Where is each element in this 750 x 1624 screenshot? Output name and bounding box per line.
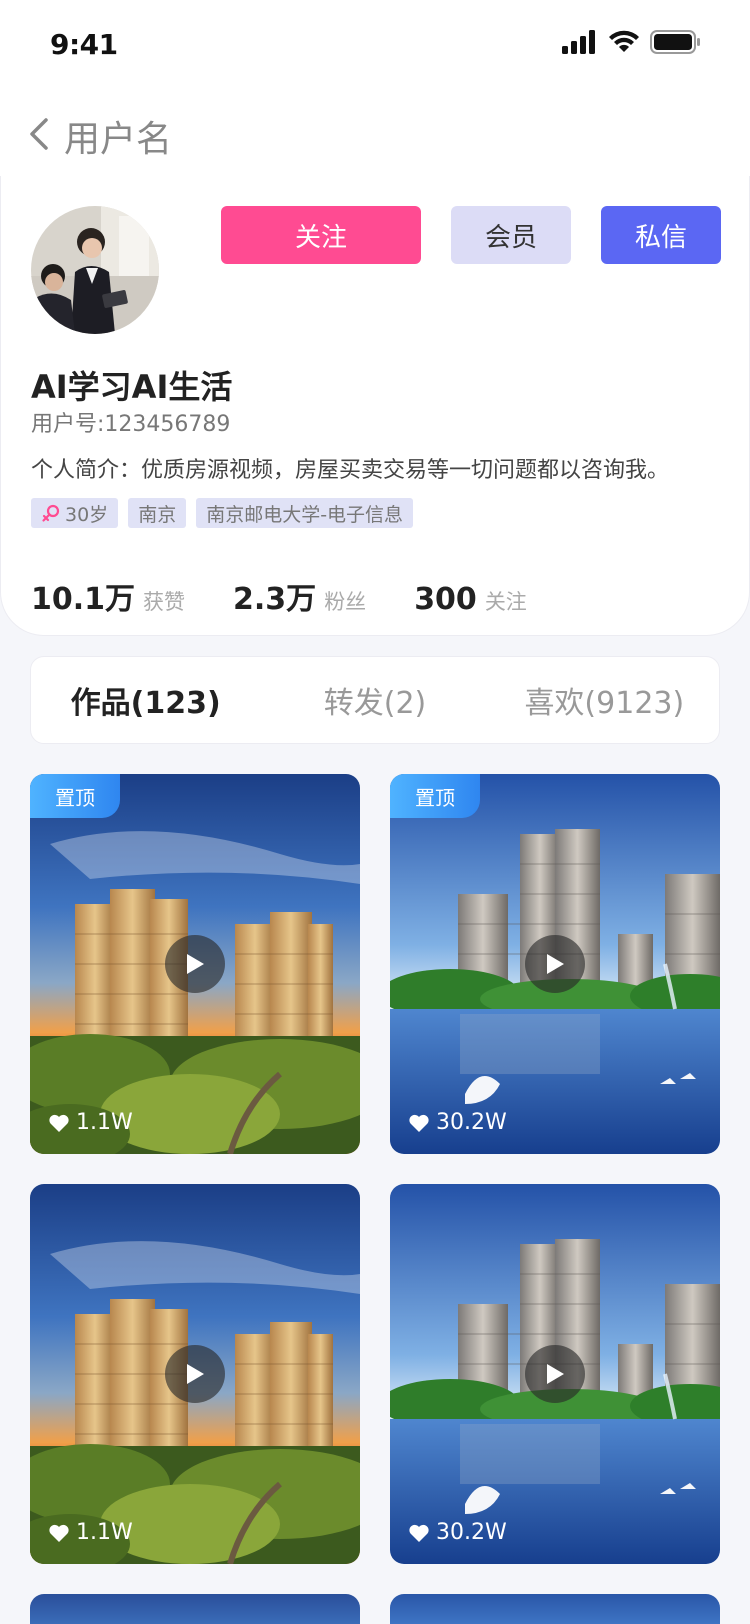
video-card[interactable]: 置顶 30.2W — [390, 774, 720, 1154]
tag-age: 30岁 — [31, 498, 119, 528]
status-icons — [562, 30, 702, 54]
user-id: 用户号:123456789 — [31, 412, 231, 437]
video-card[interactable]: 30.2W — [390, 1184, 720, 1564]
video-card[interactable]: 1.1W — [30, 1184, 360, 1564]
avatar[interactable] — [31, 206, 159, 334]
video-likes-count: 1.1W — [76, 1520, 133, 1545]
play-icon[interactable] — [525, 1345, 585, 1403]
pinned-badge: 置顶 — [30, 774, 120, 818]
tab-reposts[interactable]: 转发(2) — [260, 678, 489, 722]
video-card[interactable] — [30, 1594, 360, 1624]
stat-likes-value: 10.1万 — [31, 582, 136, 617]
stat-likes[interactable]: 10.1万 获赞 — [31, 574, 185, 618]
follow-button[interactable]: 关注 — [221, 206, 421, 264]
stat-following[interactable]: 300 关注 — [414, 582, 527, 617]
status-time: 9:41 — [50, 28, 118, 61]
stat-fans[interactable]: 2.3万 粉丝 — [233, 574, 366, 618]
heart-icon — [409, 1114, 429, 1132]
tag-age-label: 30岁 — [65, 503, 109, 526]
female-icon — [42, 504, 60, 522]
stat-following-label: 关注 — [484, 590, 527, 614]
tab-likes[interactable]: 喜欢(9123) — [490, 678, 719, 722]
heart-icon — [409, 1524, 429, 1542]
message-button[interactable]: 私信 — [601, 206, 721, 264]
tag-city: 南京 — [128, 498, 187, 528]
play-icon[interactable] — [165, 1345, 225, 1403]
video-likes: 1.1W — [48, 1110, 133, 1135]
stat-following-value: 300 — [414, 582, 477, 617]
profile-bio: 个人简介：优质房源视频，房屋买卖交易等一切问题都以咨询我。 — [31, 458, 670, 483]
profile-tags: 30岁 南京 南京邮电大学-电子信息 — [31, 498, 414, 528]
profile-name: AI学习AI生活 — [31, 368, 233, 406]
heart-icon — [49, 1524, 69, 1542]
video-likes: 30.2W — [408, 1110, 507, 1135]
video-likes-count: 30.2W — [436, 1520, 507, 1545]
video-likes: 30.2W — [408, 1520, 507, 1545]
wifi-icon — [609, 30, 639, 52]
nav-bar: 用户名 — [0, 88, 750, 178]
vip-button[interactable]: 会员 — [451, 206, 571, 264]
heart-icon — [49, 1114, 69, 1132]
play-icon[interactable] — [525, 935, 585, 993]
video-card[interactable] — [390, 1594, 720, 1624]
play-icon[interactable] — [165, 935, 225, 993]
back-icon[interactable] — [26, 116, 54, 152]
stat-likes-label: 获赞 — [143, 590, 186, 614]
status-bar: 9:41 — [0, 0, 750, 88]
page-title: 用户名 — [64, 119, 173, 160]
video-likes-count: 30.2W — [436, 1110, 507, 1135]
tag-school: 南京邮电大学-电子信息 — [196, 498, 414, 528]
video-card[interactable]: 置顶 1.1W — [30, 774, 360, 1154]
pinned-badge: 置顶 — [390, 774, 480, 818]
profile-card: 关注 会员 私信 AI学习AI生活 用户号:123456789 个人简介：优质房… — [0, 176, 750, 636]
signal-icon — [562, 30, 595, 54]
video-likes-count: 1.1W — [76, 1110, 133, 1135]
stat-fans-label: 粉丝 — [324, 590, 367, 614]
profile-stats: 10.1万 获赞 2.3万 粉丝 300 关注 — [31, 574, 575, 618]
content-tabs: 作品(123) 转发(2) 喜欢(9123) — [30, 656, 720, 744]
video-likes: 1.1W — [48, 1520, 133, 1545]
tab-works[interactable]: 作品(123) — [31, 678, 260, 722]
battery-icon — [650, 30, 700, 54]
stat-fans-value: 2.3万 — [233, 582, 317, 617]
